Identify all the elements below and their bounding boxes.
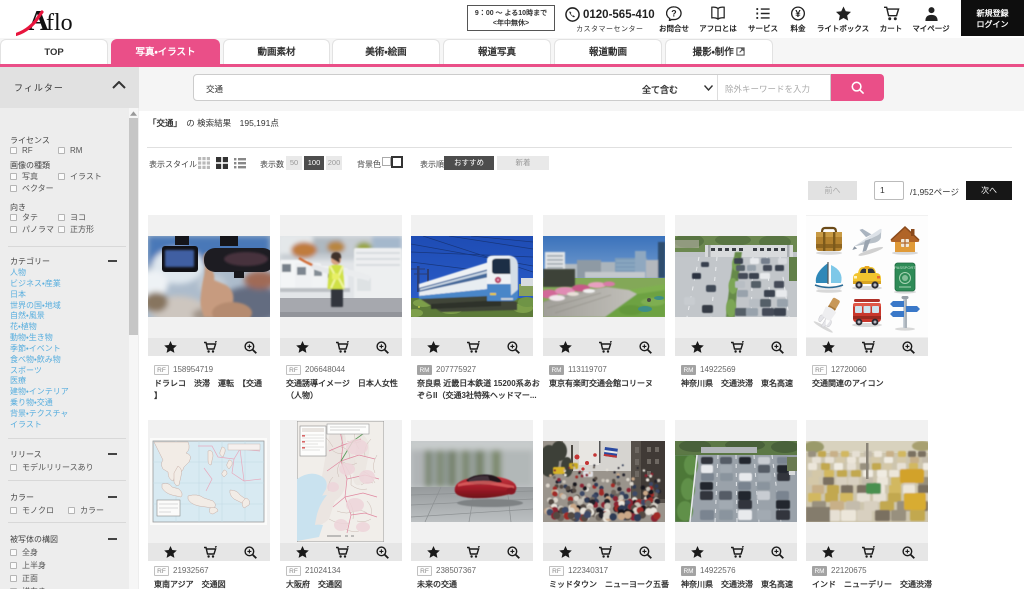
svg-text:PASSPORT: PASSPORT [894,265,916,270]
svg-text:?: ? [671,9,676,19]
svg-text:flo: flo [46,10,73,36]
svg-text:¥: ¥ [795,9,801,20]
